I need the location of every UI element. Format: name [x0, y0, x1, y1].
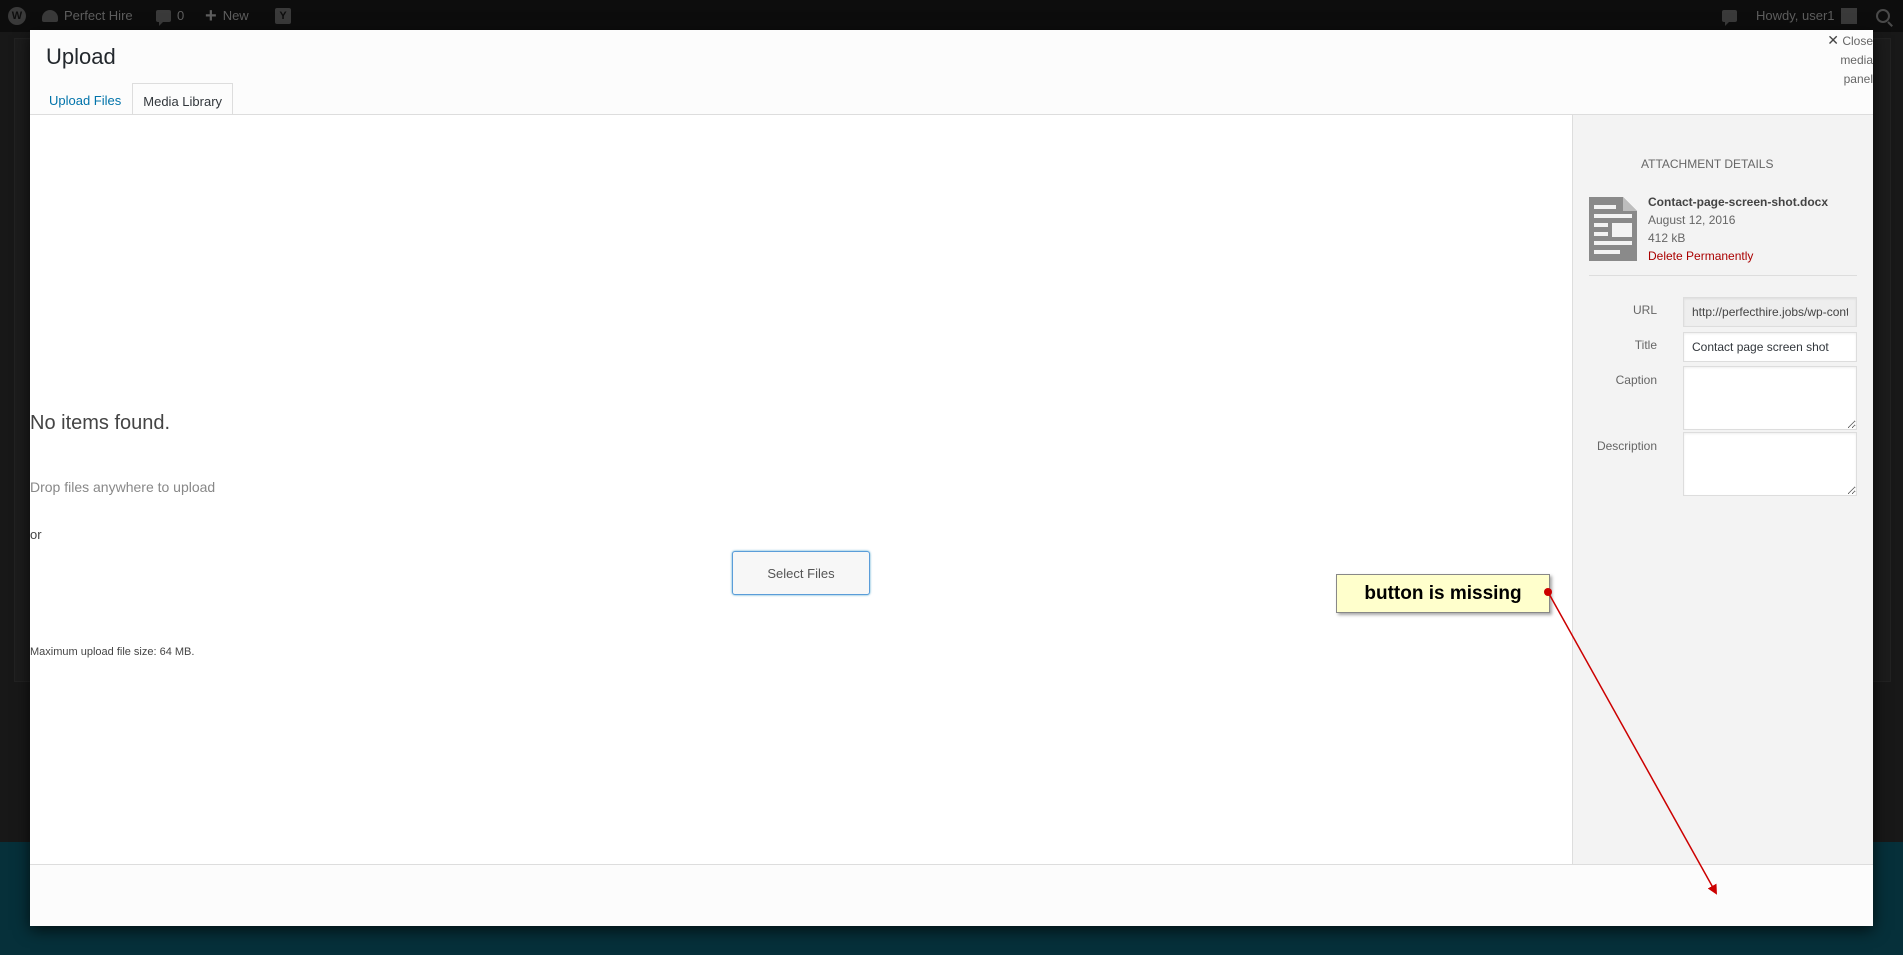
- file-details: Contact-page-screen-shot.docx August 12,…: [1648, 193, 1828, 265]
- url-label: URL: [1632, 303, 1657, 317]
- no-items-message: No items found.: [30, 412, 171, 434]
- site-name: Perfect Hire: [64, 8, 133, 23]
- title-field[interactable]: [1683, 332, 1857, 362]
- comments-menu[interactable]: 0: [156, 0, 184, 32]
- url-field[interactable]: [1683, 297, 1857, 327]
- media-toolbar: [30, 864, 1873, 926]
- caption-label: Caption: [1615, 373, 1657, 387]
- yoast-menu[interactable]: Y: [275, 0, 291, 32]
- attachment-details-heading: Attachment Details: [1641, 157, 1774, 171]
- max-upload-size: Maximum upload file size: 64 MB.: [30, 646, 195, 658]
- dashboard-icon: [42, 10, 58, 22]
- admin-bar: W Perfect Hire 0 + New Y Howdy, user1: [0, 0, 1903, 32]
- search-icon: [1876, 9, 1890, 23]
- modal-title: Upload: [46, 44, 116, 69]
- close-label: Close media panel: [1840, 34, 1873, 86]
- annotation-callout: button is missing: [1336, 574, 1550, 613]
- description-label: Description: [1596, 439, 1657, 453]
- delete-permanently-link[interactable]: Delete Permanently: [1648, 247, 1828, 265]
- file-size: 412 kB: [1648, 231, 1686, 245]
- file-name: Contact-page-screen-shot.docx: [1648, 195, 1829, 209]
- admin-search[interactable]: [1876, 0, 1890, 32]
- wordpress-logo-icon: W: [8, 7, 26, 25]
- document-icon: [1589, 197, 1637, 261]
- details-divider: [1589, 275, 1857, 276]
- upload-date: August 12, 2016: [1648, 213, 1736, 227]
- media-modal: Upload ✕ Close media panel Upload Files …: [30, 30, 1873, 926]
- notifications-menu[interactable]: [1722, 0, 1737, 32]
- new-label: New: [222, 8, 249, 23]
- wp-menu[interactable]: W: [8, 0, 26, 32]
- title-label: Title: [1634, 338, 1657, 352]
- media-content: No items found. Drop files anywhere to u…: [30, 115, 1572, 864]
- tab-upload-files[interactable]: Upload Files: [38, 82, 132, 118]
- comments-count: 0: [177, 8, 185, 23]
- new-content-menu[interactable]: + New: [205, 0, 249, 32]
- howdy-text: Howdy, user1: [1756, 8, 1835, 23]
- comment-icon: [156, 10, 171, 26]
- attachment-details-sidebar: Attachment Details Contact-page-screen-s…: [1572, 115, 1873, 864]
- or-separator: or: [30, 527, 42, 542]
- close-media-panel-button[interactable]: ✕ Close media panel: [1825, 30, 1873, 89]
- close-icon: ✕: [1827, 32, 1839, 48]
- caption-field[interactable]: [1683, 366, 1857, 430]
- router-tabs: Upload Files Media Library: [38, 82, 234, 119]
- yoast-icon: Y: [275, 8, 291, 24]
- drop-instructions: Drop files anywhere to upload: [30, 479, 216, 495]
- site-name-menu[interactable]: Perfect Hire: [42, 0, 133, 32]
- notification-icon: [1722, 10, 1737, 26]
- avatar: [1840, 8, 1857, 24]
- plus-icon: +: [205, 5, 217, 27]
- account-menu[interactable]: Howdy, user1: [1756, 0, 1857, 32]
- description-field[interactable]: [1683, 432, 1857, 496]
- select-files-button[interactable]: Select Files: [732, 551, 870, 595]
